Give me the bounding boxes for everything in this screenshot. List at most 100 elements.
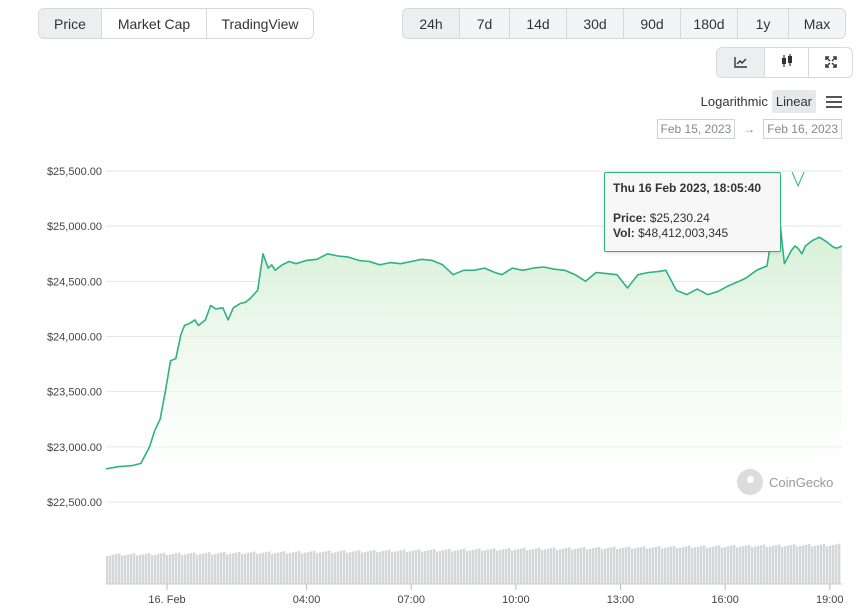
tooltip-pointer [791,171,805,188]
volume-bar [280,551,283,584]
volume-bar [763,544,766,584]
volume-bar [490,548,493,584]
volume-bar [607,547,610,584]
volume-bar [109,555,112,584]
volume-bar [811,546,814,584]
volume-bar [595,547,598,584]
x-tick-label: 07:00 [397,594,425,606]
volume-bar [832,544,835,584]
volume-bar [766,547,769,584]
volume-bar [487,549,490,584]
volume-bar [202,553,205,584]
coingecko-logo-icon [737,469,763,495]
volume-bar [313,550,316,584]
volume-bar [481,550,484,584]
volume-bar [157,554,160,584]
volume-bar [115,554,118,584]
volume-bar [142,554,145,584]
volume-bar [601,549,604,584]
volume-bar [349,552,352,584]
volume-bar [667,547,670,584]
volume-bar [286,553,289,584]
volume-bar [691,548,694,584]
volume-bar [529,549,532,584]
volume-bar [139,554,142,584]
volume-bar [568,547,571,584]
volume-bar [112,554,115,584]
tooltip-title: Thu 16 Feb 2023, 18:05:40 [613,181,762,195]
volume-bar [709,547,712,584]
volume-bar [787,545,790,584]
volume-bar [598,546,601,584]
tooltip-price-value: $25,230.24 [649,211,710,225]
volume-bar [199,554,202,584]
volume-bar [196,554,199,584]
volume-bar [127,554,130,584]
volume-bar [121,555,124,584]
volume-bar [796,546,799,584]
volume-bar [733,545,736,584]
volume-bar [133,553,136,584]
volume-bar [721,547,724,584]
volume-bar [409,551,412,584]
volume-bar [301,553,304,584]
coingecko-watermark: CoinGecko [737,469,833,495]
volume-bar [457,550,460,584]
volume-bar [496,550,499,584]
volume-bar [217,553,220,584]
volume-bar [337,551,340,584]
volume-bar [424,551,427,584]
volume-bar [808,544,811,584]
volume-bar [433,549,436,584]
y-tick-label: $25,000.00 [47,221,102,233]
volume-bar [148,553,151,584]
volume-bar [415,549,418,584]
volume-bar [778,544,781,584]
volume-bar [403,549,406,584]
volume-bar [544,549,547,584]
volume-bar [583,547,586,584]
volume-bar [151,555,154,584]
volume-bar [772,545,775,584]
volume-bar [418,549,421,584]
x-tick-label: 10:00 [502,594,530,606]
volume-bar [727,546,730,584]
volume-bar [130,553,133,584]
volume-bar [688,545,691,584]
price-chart[interactable]: $22,500.00 $23,000.00 $23,500.00 $24,000.00… [0,0,868,612]
volume-bar [535,548,538,584]
volume-bar [166,555,169,584]
volume-bar [577,548,580,584]
volume-bar [661,548,664,584]
volume-bar [556,549,559,584]
volume-bar [253,551,256,584]
volume-bar [559,549,562,584]
volume-bar [736,547,739,584]
volume-bar [439,550,442,584]
volume-bar [391,552,394,584]
x-tick-label: 19:00 [816,594,844,606]
volume-bar [226,554,229,584]
volume-bar [775,545,778,584]
volume-bar [565,547,568,584]
tooltip-price-label: Price: [613,211,647,225]
volume-bar [448,548,451,584]
volume-bar [442,550,445,584]
volume-bar [223,552,226,584]
volume-bar [835,544,838,584]
volume-bar [610,547,613,584]
volume-bar [784,546,787,584]
volume-bar [616,549,619,584]
volume-bar [385,550,388,584]
volume-bar [724,546,727,584]
volume-bar [817,545,820,584]
volume-bar [574,549,577,584]
x-tick-label: 16:00 [711,594,739,606]
volume-bar [511,550,514,584]
volume-bar [592,548,595,584]
volume-bar [628,546,631,584]
volume-bar [640,546,643,584]
volume-bar [451,551,454,584]
volume-bar [472,549,475,584]
volume-bar [145,553,148,584]
